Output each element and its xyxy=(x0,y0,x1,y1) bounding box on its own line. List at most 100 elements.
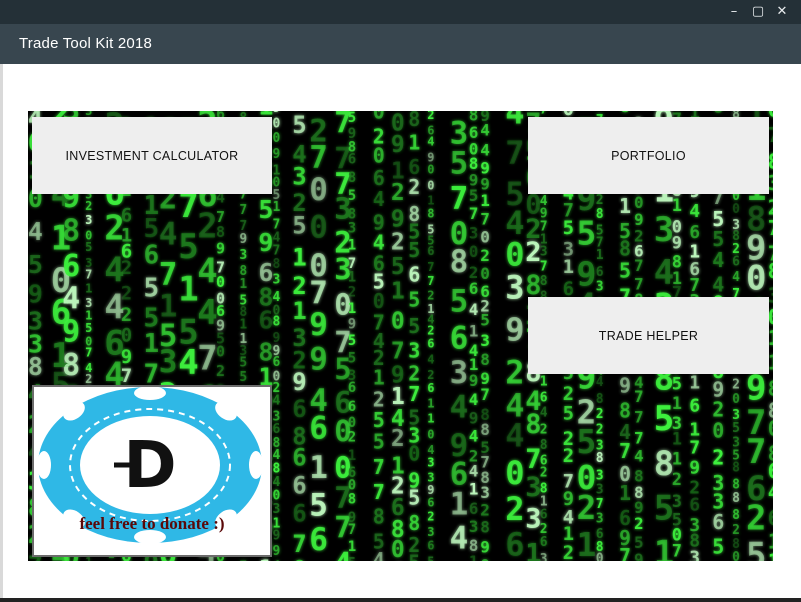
matrix-digit: 4 xyxy=(159,217,178,253)
matrix-digit: 0 xyxy=(480,556,490,562)
matrix-digit: 1 xyxy=(596,248,604,263)
matrix-digit: 4 xyxy=(596,375,604,390)
matrix-digit: 0 xyxy=(505,454,524,492)
matrix-digit: 7 xyxy=(348,522,356,538)
matrix-digit: 0 xyxy=(391,309,405,335)
matrix-digit: 7 xyxy=(309,275,328,311)
matrix-digit: 2 xyxy=(596,407,604,422)
matrix-digit: 1 xyxy=(480,191,490,210)
matrix-digit: 1 xyxy=(348,270,356,286)
matrix-digit: 3 xyxy=(596,279,604,294)
matrix-digit: 6 xyxy=(540,508,548,523)
matrix-digit: 7 xyxy=(85,345,92,359)
matrix-digit: 2 xyxy=(732,377,740,392)
matrix-digit: 5 xyxy=(258,195,273,224)
matrix-digit: 1 xyxy=(239,277,247,292)
matrix-digit: 3 xyxy=(469,517,479,536)
matrix-digit: 7 xyxy=(634,429,644,448)
matrix-digit: 9 xyxy=(348,317,356,333)
matrix-digit: 6 xyxy=(292,471,306,499)
matrix-digit: 2 xyxy=(348,429,356,445)
matrix-digit: 7 xyxy=(746,432,766,472)
matrix-digit: 6 xyxy=(292,500,306,528)
matrix-digit: 8 xyxy=(216,223,225,241)
matrix-digit: 8 xyxy=(732,508,740,523)
matrix-digit: 1 xyxy=(450,486,469,522)
matrix-digit: 7 xyxy=(672,542,682,561)
matrix-digit: 3 xyxy=(427,525,434,539)
matrix-digit: 2 xyxy=(427,509,434,523)
matrix-digit: 6 xyxy=(427,496,434,510)
matrix-digit: 7 xyxy=(505,134,524,172)
close-icon[interactable]: ✕ xyxy=(773,3,791,21)
matrix-digit: 7 xyxy=(427,260,434,274)
matrix-digit: 1 xyxy=(348,301,356,317)
matrix-digit: 6 xyxy=(121,204,132,226)
matrix-digit: 1 xyxy=(469,322,479,341)
matrix-digit: 8 xyxy=(273,257,281,272)
investment-calculator-button[interactable]: INVESTMENT CALCULATOR xyxy=(32,117,272,194)
matrix-digit: 6 xyxy=(309,522,328,558)
matrix-digit: 5 xyxy=(348,333,356,349)
matrix-digit: 2 xyxy=(427,111,434,122)
matrix-digit: 6 xyxy=(292,395,306,423)
portfolio-button[interactable]: PORTFOLIO xyxy=(528,117,769,194)
matrix-digit: 6 xyxy=(505,525,524,561)
donate-image[interactable]: D feel free to donate :) xyxy=(32,385,272,557)
matrix-digit: 2 xyxy=(391,229,405,255)
matrix-digit: 6 xyxy=(391,560,405,561)
matrix-digit: 2 xyxy=(577,488,597,527)
matrix-digit: 1 xyxy=(408,131,420,155)
matrix-digit: 2 xyxy=(408,175,420,199)
matrix-digit: 5 xyxy=(239,370,247,385)
matrix-digit: 0 xyxy=(427,178,434,192)
matrix-digit: 2 xyxy=(85,199,92,213)
matrix-digit: 3 xyxy=(596,482,604,497)
matrix-digit: 4 xyxy=(732,270,740,285)
matrix-digit: 9 xyxy=(619,373,631,397)
matrix-digit: 7 xyxy=(619,439,631,463)
matrix-digit: 2 xyxy=(712,446,724,470)
maximize-icon[interactable]: ▢ xyxy=(749,3,767,21)
matrix-digit: 0 xyxy=(732,202,740,217)
matrix-digit: 2 xyxy=(121,304,132,326)
matrix-digit: 8 xyxy=(480,350,490,369)
matrix-digit: 2 xyxy=(121,257,132,279)
matrix-digit: 0 xyxy=(373,143,385,167)
matrix-digit: 8 xyxy=(732,460,740,475)
matrix-digit: 3 xyxy=(348,221,356,237)
matrix-digit: 7 xyxy=(634,387,644,406)
matrix-digit: 4 xyxy=(373,187,385,211)
matrix-digit: 4 xyxy=(469,390,479,409)
matrix-digit: 5 xyxy=(408,287,420,311)
minimize-icon[interactable]: – xyxy=(725,3,743,21)
matrix-digit: 8 xyxy=(596,392,604,407)
matrix-digit: 4 xyxy=(62,281,80,316)
trade-helper-button[interactable]: TRADE HELPER xyxy=(528,297,769,374)
matrix-digit: 6 xyxy=(348,380,356,396)
matrix-digit: 3 xyxy=(540,552,548,561)
matrix-digit: 4 xyxy=(28,217,43,246)
matrix-digit: 9 xyxy=(469,371,479,390)
matrix-digit: 3 xyxy=(480,483,490,502)
matrix-digit: 6 xyxy=(427,381,434,395)
matrix-digit: 5 xyxy=(348,188,356,204)
matrix-digit: 7 xyxy=(480,385,490,404)
matrix-digit: 5 xyxy=(450,284,469,320)
matrix-digit: 5 xyxy=(309,488,328,524)
matrix-digit: 1 xyxy=(689,372,700,393)
matrix-digit: 7 xyxy=(480,210,490,229)
matrix-digit: 7 xyxy=(239,203,247,218)
matrix-digit: 2 xyxy=(563,542,574,561)
matrix-digit: 8 xyxy=(480,420,490,439)
matrix-digit: 6 xyxy=(540,535,548,550)
matrix-digit: 3 xyxy=(469,224,479,243)
matrix-digit: 4 xyxy=(689,201,700,222)
matrix-digit: 1 xyxy=(469,479,479,498)
matrix-digit: 2 xyxy=(540,466,548,481)
matrix-digit: 1 xyxy=(85,282,92,296)
matrix-digit: 2 xyxy=(450,111,469,114)
matrix-digit: 0 xyxy=(619,111,631,117)
matrix-digit: 9 xyxy=(672,233,682,253)
matrix-digit: 8 xyxy=(540,274,548,289)
